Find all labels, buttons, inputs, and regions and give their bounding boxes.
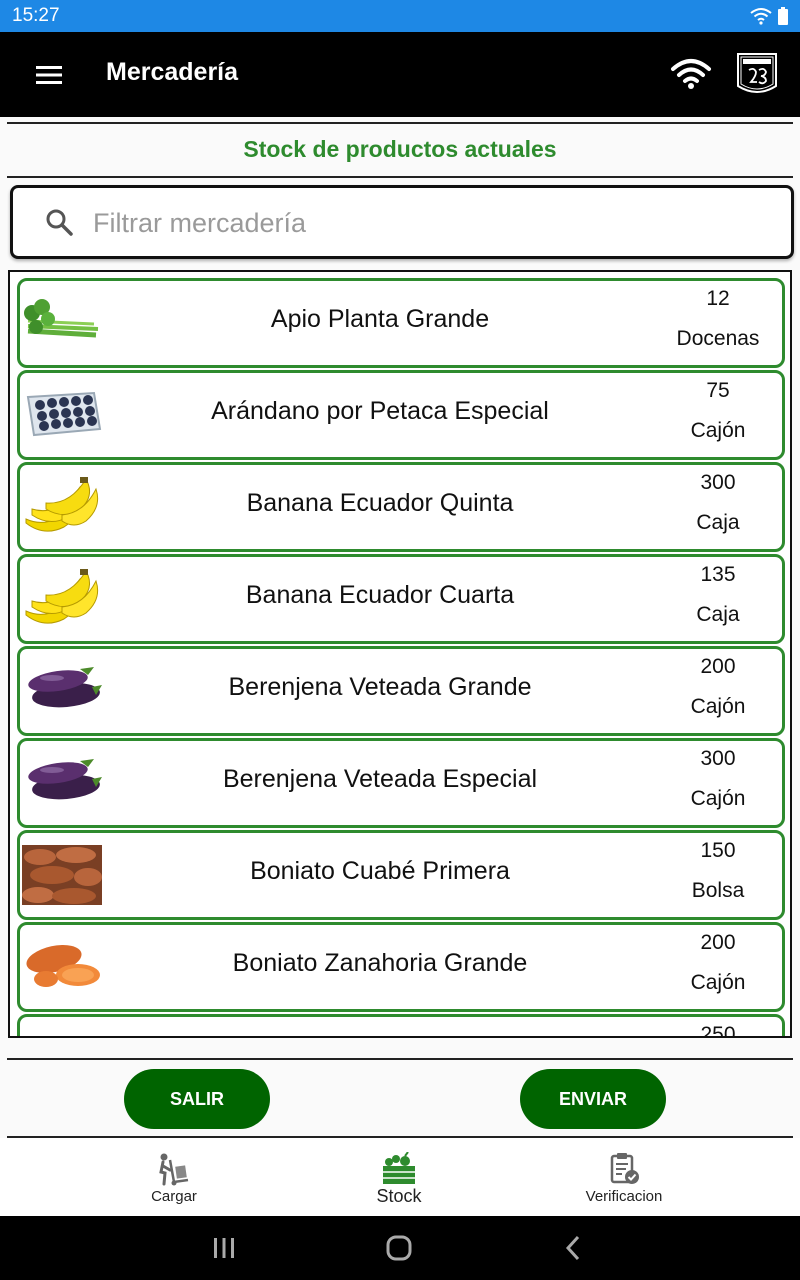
product-name: Berenjena Veteada Especial <box>222 765 538 793</box>
nav-item-cargar[interactable]: Cargar <box>84 1138 264 1216</box>
nav-item-stock[interactable]: Stock <box>309 1138 489 1216</box>
product-unit: Caja <box>696 511 740 534</box>
sweet-potato-icon <box>26 945 100 987</box>
product-quantity: 75 <box>706 379 730 402</box>
page-heading: Stock de productos actuales <box>243 136 557 162</box>
product-item[interactable]: Boniato Cuabé Primera 150 Bolsa <box>17 830 785 920</box>
home-icon[interactable] <box>383 1234 415 1262</box>
status-bar: 15:27 <box>0 0 800 32</box>
blueberries-icon <box>26 391 102 437</box>
product-quantity: 135 <box>700 563 736 586</box>
divider <box>7 1058 793 1060</box>
product-name: Apio Planta Grande <box>270 305 490 333</box>
exit-button[interactable]: SALIR <box>124 1069 270 1129</box>
send-button[interactable]: ENVIAR <box>520 1069 666 1129</box>
banana-icon <box>25 569 99 624</box>
battery-icon <box>778 7 788 25</box>
produce-crate-icon <box>383 1152 415 1184</box>
nav-label: Cargar <box>151 1188 197 1205</box>
product-name: Arándano por Petaca Especial <box>211 397 549 425</box>
nav-label: Stock <box>376 1186 422 1206</box>
product-name: Berenjena Veteada Grande <box>228 673 532 701</box>
search-input[interactable] <box>91 202 765 244</box>
divider <box>7 176 793 178</box>
product-name: Boniato Zanahoria Grande <box>232 949 528 977</box>
sweet-potato-icon <box>22 1027 102 1038</box>
product-unit: Cajón <box>690 695 746 718</box>
product-unit: Docenas <box>676 327 760 350</box>
product-quantity: 12 <box>706 287 730 310</box>
wifi-icon[interactable] <box>670 56 712 90</box>
product-item[interactable]: Apio Planta Grande 12 Docenas <box>17 278 785 368</box>
recent-apps-icon[interactable] <box>208 1234 240 1262</box>
nav-item-verificacion[interactable]: Verificacion <box>534 1138 714 1216</box>
product-item[interactable]: Arándano por Petaca Especial 75 Cajón <box>17 370 785 460</box>
wifi-status-icon <box>750 8 772 25</box>
back-icon[interactable] <box>558 1234 590 1262</box>
product-unit: Cajón <box>690 787 746 810</box>
eggplant-icon <box>28 667 102 708</box>
app-bar: Mercadería <box>0 32 800 117</box>
search-icon <box>46 209 73 236</box>
product-unit: Caja <box>696 603 740 626</box>
product-list[interactable]: Apio Planta Grande 12 Docenas Arándano p… <box>8 270 792 1038</box>
product-quantity: 300 <box>700 747 736 770</box>
hand-truck-icon <box>159 1153 189 1186</box>
product-unit: Bolsa <box>691 879 745 902</box>
checklist-icon <box>610 1153 639 1184</box>
nav-label: Verificacion <box>585 1188 663 1205</box>
product-unit: Cajón <box>690 971 746 994</box>
product-quantity: 200 <box>700 931 736 954</box>
product-unit: Cajón <box>690 419 746 442</box>
product-item[interactable]: Berenjena Veteada Grande 200 Cajón <box>17 646 785 736</box>
product-item[interactable]: Berenjena Veteada Especial 300 Cajón <box>17 738 785 828</box>
celery-icon <box>24 299 99 338</box>
product-name: Banana Ecuador Quinta <box>246 489 514 517</box>
product-name: Boniato Cuabé Primera <box>250 857 510 885</box>
brand-logo-icon <box>737 53 777 93</box>
product-item[interactable]: Banana Ecuador Cuarta 135 Caja <box>17 554 785 644</box>
product-quantity: 300 <box>700 471 736 494</box>
bottom-navigation: Cargar Stock Verificacion <box>0 1138 800 1216</box>
status-icons <box>750 5 788 27</box>
eggplant-icon <box>28 759 102 800</box>
product-item[interactable]: Boniato Zanahoria Grande 200 Cajón <box>17 922 785 1012</box>
product-quantity: 150 <box>700 839 736 862</box>
product-item[interactable]: 250 <box>17 1014 785 1038</box>
search-box[interactable] <box>10 185 794 259</box>
product-item[interactable]: Banana Ecuador Quinta 300 Caja <box>17 462 785 552</box>
system-navigation-bar <box>0 1216 800 1280</box>
product-quantity: 250 <box>700 1023 736 1038</box>
divider <box>7 122 793 124</box>
app-title: Mercadería <box>106 58 239 86</box>
banana-icon <box>25 477 99 532</box>
product-name: Banana Ecuador Cuarta <box>245 581 515 609</box>
menu-icon[interactable] <box>34 60 64 90</box>
status-time: 15:27 <box>12 5 60 26</box>
product-quantity: 200 <box>700 655 736 678</box>
sweet-potatoes-icon <box>22 845 102 905</box>
